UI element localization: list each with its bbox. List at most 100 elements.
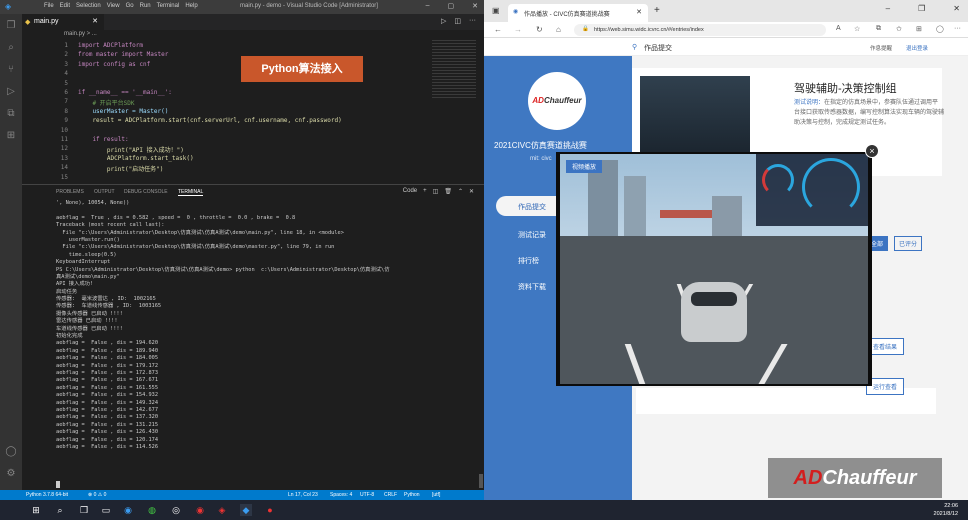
- close-icon[interactable]: ✕: [472, 2, 478, 10]
- menu-help[interactable]: Help: [185, 3, 197, 9]
- extensions-icon[interactable]: ⊞: [5, 130, 17, 142]
- menu-run[interactable]: Run: [140, 3, 151, 9]
- remote-icon[interactable]: ⧉: [5, 108, 17, 120]
- app-icon[interactable]: ◉: [194, 504, 206, 516]
- close-video-icon[interactable]: ×: [865, 144, 879, 158]
- problems-count[interactable]: ⊗ 0 ⚠ 0: [88, 492, 106, 498]
- menu-go[interactable]: Go: [126, 3, 134, 9]
- close-tab-icon[interactable]: ✕: [92, 17, 98, 25]
- code-line[interactable]: if result:: [78, 136, 128, 143]
- code-line[interactable]: print("API 接入成功！"): [78, 145, 184, 154]
- vscode-logo-icon: ◈: [5, 2, 12, 11]
- collections-icon[interactable]: ⊞: [916, 25, 922, 33]
- menu-dots-icon[interactable]: ···: [954, 25, 961, 32]
- task-view-icon[interactable]: ❒: [78, 504, 90, 516]
- code-line[interactable]: import config as cnf: [78, 61, 150, 68]
- rpm-gauge: [762, 164, 794, 196]
- edge-icon[interactable]: ◉: [122, 504, 134, 516]
- tab-main-py[interactable]: ◆ main.py ✕: [22, 14, 104, 30]
- tab-problems[interactable]: PROBLEMS: [56, 189, 84, 195]
- code-line[interactable]: result = ADCPlatform.start(cnf.serverUrl…: [78, 117, 341, 124]
- reload-icon[interactable]: ↻: [536, 25, 543, 34]
- tab-debug-console[interactable]: DEBUG CONSOLE: [124, 189, 168, 195]
- wechat-icon[interactable]: ◍: [146, 504, 158, 516]
- menu-edit[interactable]: Edit: [60, 3, 70, 9]
- language-mode[interactable]: Python: [404, 492, 420, 498]
- split-terminal-icon[interactable]: ◫: [433, 188, 439, 195]
- run-debug-icon[interactable]: ▷: [5, 86, 17, 98]
- close-tab-icon[interactable]: ✕: [636, 8, 642, 16]
- add-terminal-icon[interactable]: +: [423, 188, 427, 195]
- menu-file[interactable]: File: [44, 3, 54, 9]
- logout-link[interactable]: 退出登录: [906, 44, 928, 52]
- split-editor-icon[interactable]: ◫: [454, 17, 461, 25]
- gear-icon[interactable]: ⚙: [5, 468, 17, 480]
- app-icon[interactable]: ◈: [216, 504, 228, 516]
- clock[interactable]: 22:06 2021/8/12: [934, 502, 958, 518]
- app-icon[interactable]: ●: [264, 504, 276, 516]
- terminal-line: aebflag = False , dis = 131.215: [56, 421, 159, 428]
- notice-link[interactable]: 作息提醒: [870, 44, 892, 52]
- forward-icon[interactable]: →: [514, 25, 522, 34]
- code-line[interactable]: userMaster = Master(): [78, 108, 168, 115]
- code-line[interactable]: from master import Master: [78, 51, 168, 58]
- task-thumbnail[interactable]: [640, 76, 750, 154]
- encoding[interactable]: UTF-8: [360, 492, 374, 498]
- terminal-select[interactable]: Code: [403, 188, 417, 195]
- menu-terminal[interactable]: Terminal: [157, 3, 180, 9]
- maximize-icon[interactable]: ▢: [448, 2, 455, 10]
- extensions-icon[interactable]: ⧉: [876, 25, 881, 33]
- sync-status[interactable]: [utf]: [432, 492, 440, 498]
- current-section: 作品提交: [644, 45, 672, 52]
- new-tab-icon[interactable]: +: [654, 5, 660, 16]
- trash-icon[interactable]: 🗑: [444, 188, 452, 195]
- read-aloud-icon[interactable]: A: [836, 25, 841, 32]
- close-panel-icon[interactable]: ✕: [469, 188, 474, 195]
- search-icon[interactable]: ⌕: [5, 42, 17, 54]
- indentation[interactable]: Spaces: 4: [330, 492, 352, 498]
- code-line[interactable]: import ADCPlatform: [78, 42, 143, 49]
- run-file-icon[interactable]: ▷: [441, 17, 446, 25]
- code-line[interactable]: # 开启平台SDK: [78, 98, 134, 107]
- profile-icon[interactable]: ◯: [936, 25, 944, 33]
- breadcrumb[interactable]: main.py > ...: [22, 31, 97, 37]
- remote-indicator[interactable]: [0, 490, 22, 500]
- vscode-taskbar-icon[interactable]: ◆: [240, 504, 252, 516]
- windows-start-icon[interactable]: ⊞: [30, 504, 42, 516]
- app-icon[interactable]: ◎: [170, 504, 182, 516]
- tag-scored[interactable]: 已评分: [894, 236, 923, 251]
- favorites-icon[interactable]: ✩: [896, 25, 902, 33]
- chevron-up-icon[interactable]: ⌃: [458, 188, 463, 195]
- browser-tab[interactable]: ◉ 作品播放 - CIVC仿真赛道挑战赛 ✕: [508, 4, 648, 22]
- code-line[interactable]: print("启动任务"): [78, 164, 164, 173]
- source-control-icon[interactable]: ⑂: [5, 64, 17, 76]
- code-line[interactable]: ADCPlatform.start_task(): [78, 155, 194, 162]
- task-title: 驾驶辅助-决策控制组: [794, 83, 897, 95]
- search-icon[interactable]: ⌕: [54, 504, 66, 516]
- python-interpreter[interactable]: Python 3.7.8 64-bit: [26, 492, 68, 498]
- code-line[interactable]: if __name__ == '__main__':: [78, 89, 172, 96]
- minimize-icon[interactable]: –: [886, 4, 890, 13]
- more-actions-icon[interactable]: ···: [469, 17, 476, 25]
- cursor-position[interactable]: Ln 17, Col 23: [288, 492, 318, 498]
- close-icon[interactable]: ✕: [953, 4, 960, 13]
- restore-icon[interactable]: ❐: [918, 4, 925, 13]
- tab-actions-icon[interactable]: ▣: [492, 6, 500, 15]
- minimize-icon[interactable]: –: [426, 2, 430, 10]
- menu-view[interactable]: View: [107, 3, 120, 9]
- tab-output[interactable]: OUTPUT: [94, 189, 115, 195]
- menu-selection[interactable]: Selection: [76, 3, 101, 9]
- line-ending[interactable]: CRLF: [384, 492, 397, 498]
- explorer-icon[interactable]: ▭: [100, 504, 112, 516]
- tab-terminal[interactable]: TERMINAL: [178, 189, 204, 196]
- account-icon[interactable]: ◯: [5, 446, 17, 458]
- explorer-icon[interactable]: ❐: [5, 20, 17, 32]
- terminal-scrollbar[interactable]: [479, 474, 483, 488]
- terminal-output[interactable]: ', None), 10054, None)) aebflag = True , …: [56, 200, 476, 490]
- star-icon[interactable]: ☆: [854, 25, 860, 33]
- back-icon[interactable]: ←: [494, 25, 502, 34]
- home-icon[interactable]: ⌂: [556, 25, 561, 34]
- url-input[interactable]: 🔒 https://web.simu.widc.icvrc.cn/#/entri…: [574, 24, 826, 36]
- minimap[interactable]: [432, 38, 476, 98]
- status-bar: Python 3.7.8 64-bit ⊗ 0 ⚠ 0 Ln 17, Col 2…: [22, 490, 484, 500]
